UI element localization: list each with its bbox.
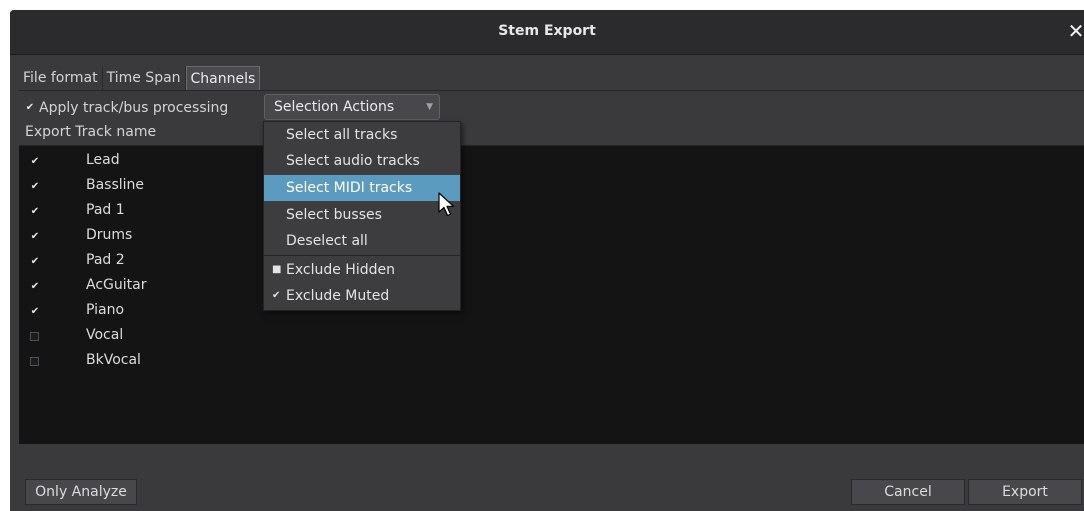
menu-item-label: Select all tracks [286, 127, 398, 143]
header-track-name: Track name [75, 124, 157, 140]
menu-item-label: Exclude Muted [286, 288, 390, 304]
unchecked-square-icon: ■ [272, 264, 282, 275]
track-list: ✔ Lead ✔ Bassline ✔ Pad 1 ✔ Drums ✔ Pad … [19, 145, 1084, 444]
menu-item-select-busses[interactable]: Select busses [264, 202, 460, 228]
export-button[interactable]: Export [968, 479, 1082, 505]
list-header: Export Track name [25, 124, 156, 140]
menu-item-select-audio-tracks[interactable]: Select audio tracks [264, 148, 460, 174]
track-name: BkVocal [86, 352, 141, 368]
menu-item-label: Select audio tracks [286, 153, 420, 169]
track-name: Pad 2 [86, 252, 125, 268]
export-checkbox[interactable]: ✔ [30, 182, 40, 192]
chevron-down-icon: ▼ [426, 102, 433, 112]
apply-processing-option[interactable]: ✔ Apply track/bus processing [25, 98, 228, 118]
menu-item-label: Deselect all [286, 233, 368, 249]
track-row-bassline[interactable]: ✔ Bassline [19, 174, 1084, 199]
export-checkbox[interactable]: ✔ [30, 207, 40, 217]
track-row-drums[interactable]: ✔ Drums [19, 224, 1084, 249]
menu-item-deselect-all[interactable]: Deselect all [264, 228, 460, 254]
track-row-acguitar[interactable]: ✔ AcGuitar [19, 274, 1084, 299]
menu-item-label: Exclude Hidden [286, 262, 395, 278]
export-checkbox[interactable]: ✔ [30, 307, 40, 317]
export-checkbox[interactable]: ✔ [30, 282, 40, 292]
track-name: Piano [86, 302, 125, 318]
tab-channels[interactable]: Channels [185, 66, 261, 91]
menu-item-exclude-muted[interactable]: ✔ Exclude Muted [264, 283, 460, 309]
tab-file-format[interactable]: File format [19, 66, 103, 90]
track-row-vocal[interactable]: Vocal [19, 324, 1084, 349]
cancel-button[interactable]: Cancel [851, 479, 965, 505]
track-name: Pad 1 [86, 202, 125, 218]
header-export: Export [25, 124, 71, 140]
menu-item-label: Select MIDI tracks [286, 180, 413, 196]
track-row-piano[interactable]: ✔ Piano [19, 299, 1084, 324]
track-name: AcGuitar [86, 277, 147, 293]
tab-time-span[interactable]: Time Span [102, 66, 186, 90]
selection-actions-label: Selection Actions [274, 99, 395, 115]
mouse-pointer-icon [438, 192, 455, 217]
export-checkbox[interactable] [30, 357, 39, 366]
menu-item-select-midi-tracks[interactable]: Select MIDI tracks [264, 175, 460, 201]
stem-export-dialog: Stem Export ✕ File format Time Span Chan… [10, 10, 1084, 511]
window-title: Stem Export [498, 23, 596, 39]
track-row-pad-1[interactable]: ✔ Pad 1 [19, 199, 1084, 224]
apply-processing-checkbox[interactable]: ✔ [25, 103, 35, 113]
apply-processing-label: Apply track/bus processing [39, 100, 229, 116]
selection-actions-dropdown[interactable]: Selection Actions ▼ [264, 94, 440, 120]
track-name: Lead [86, 152, 120, 168]
only-analyze-button[interactable]: Only Analyze [25, 479, 137, 505]
selection-actions-menu: Select all tracks Select audio tracks Se… [263, 121, 461, 311]
track-row-pad-2[interactable]: ✔ Pad 2 [19, 249, 1084, 274]
track-row-lead[interactable]: ✔ Lead [19, 149, 1084, 174]
tab-divider [19, 90, 1084, 91]
menu-item-select-all-tracks[interactable]: Select all tracks [264, 122, 460, 148]
track-name: Drums [86, 227, 133, 243]
tab-bar: File format Time Span Channels [19, 66, 261, 91]
menu-item-exclude-hidden[interactable]: ■ Exclude Hidden [264, 257, 460, 283]
menu-separator [264, 255, 460, 256]
export-checkbox[interactable]: ✔ [30, 157, 40, 167]
export-checkbox[interactable] [30, 332, 39, 341]
menu-item-label: Select busses [286, 207, 382, 223]
check-icon: ✔ [272, 290, 281, 301]
close-icon[interactable]: ✕ [1066, 19, 1084, 43]
track-row-bkvocal[interactable]: BkVocal [19, 349, 1084, 374]
title-bar: Stem Export ✕ [10, 10, 1084, 55]
track-name: Bassline [86, 177, 145, 193]
export-checkbox[interactable]: ✔ [30, 257, 40, 267]
export-checkbox[interactable]: ✔ [30, 232, 40, 242]
track-name: Vocal [86, 327, 124, 343]
